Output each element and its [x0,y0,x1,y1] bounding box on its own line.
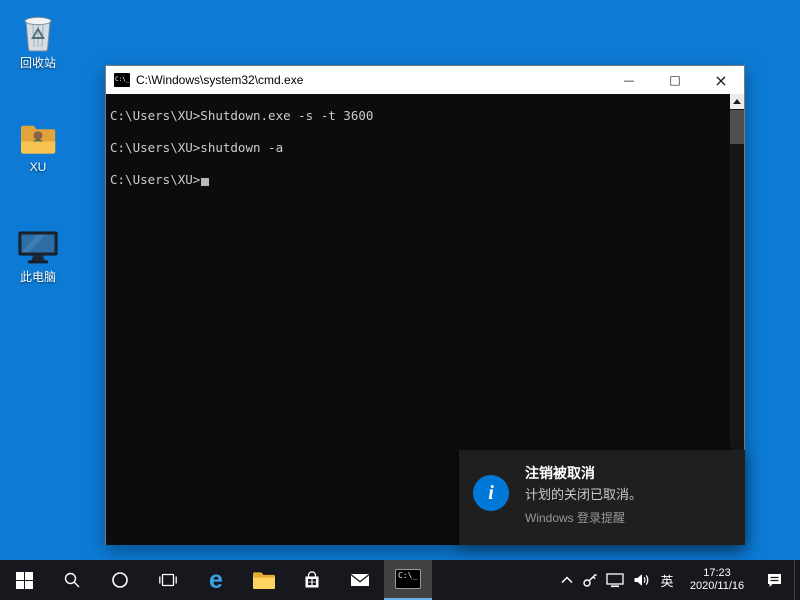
desktop-icon-this-pc[interactable]: 此电脑 [2,222,74,284]
search-icon [63,571,81,589]
show-desktop-button[interactable] [794,560,800,600]
edge-icon: e [209,561,223,599]
taskbar-empty-area [432,560,556,600]
task-view-icon [158,571,178,589]
scrollbar-up-arrow-icon[interactable] [730,94,744,109]
this-pc-icon [2,222,74,266]
search-button[interactable] [48,560,96,600]
console-line: C:\Users\XU>shutdown -a [110,140,726,156]
taskbar-clock[interactable]: 17:23 2020/11/16 [680,560,754,600]
file-explorer-button[interactable] [240,560,288,600]
info-icon: i [473,475,509,511]
tray-key-button[interactable] [578,560,602,600]
action-center-button[interactable] [754,560,794,600]
start-button[interactable] [0,560,48,600]
cmd-taskbar-button[interactable]: C:\_ [384,560,432,600]
desktop-icon-label: XU [2,160,74,174]
desktop-icon-recycle-bin[interactable]: 回收站 [2,8,74,70]
maximize-button[interactable]: □ [652,66,698,94]
store-icon [303,571,321,590]
console-line: C:\Users\XU>Shutdown.exe -s -t 3600 [110,108,726,124]
store-button[interactable] [288,560,336,600]
edge-button[interactable]: e [192,560,240,600]
close-button[interactable]: × [698,66,744,94]
notification-toast[interactable]: i 注销被取消 计划的关闭已取消。 Windows 登录提醒 [459,450,745,545]
user-folder-icon [2,112,74,156]
desktop-icon-label: 此电脑 [2,270,74,284]
task-view-button[interactable] [144,560,192,600]
chevron-up-icon [560,575,574,585]
cmd-icon: C:\_ [114,73,130,87]
console-prompt: C:\Users\XU> [110,172,200,188]
desktop[interactable]: 回收站 XU 此电脑 C:\_ C:\Win [0,0,800,600]
toast-source: Windows 登录提醒 [525,508,642,528]
cortana-button[interactable] [96,560,144,600]
toast-title: 注销被取消 [525,463,642,483]
cmd-icon: C:\_ [395,569,421,589]
network-icon [606,573,624,588]
window-title: C:\Windows\system32\cmd.exe [136,73,606,87]
recycle-bin-icon [2,8,74,52]
speaker-icon [633,573,649,587]
action-center-icon [766,572,783,588]
mail-button[interactable] [336,560,384,600]
desktop-icon-user-folder[interactable]: XU [2,112,74,174]
tray-network-button[interactable] [602,560,628,600]
cortana-icon [111,571,129,589]
clock-date: 2020/11/16 [690,580,744,593]
tray-expand-button[interactable] [556,560,578,600]
taskbar: e C:\_ [0,560,800,600]
toast-body: 计划的关闭已取消。 [525,483,642,506]
scrollbar-thumb[interactable] [730,110,744,144]
tray-volume-button[interactable] [628,560,654,600]
console-cursor [201,178,209,186]
minimize-button[interactable]: — [606,66,652,94]
ime-indicator[interactable]: 英 [654,560,680,600]
mail-icon [350,572,370,588]
key-icon [582,572,598,588]
desktop-icon-label: 回收站 [2,56,74,70]
clock-time: 17:23 [703,567,731,580]
console-prompt-line: C:\Users\XU> [110,172,726,188]
file-explorer-icon [252,571,276,590]
windows-logo-icon [16,572,33,589]
cmd-window-titlebar[interactable]: C:\_ C:\Windows\system32\cmd.exe — □ × [106,66,744,94]
